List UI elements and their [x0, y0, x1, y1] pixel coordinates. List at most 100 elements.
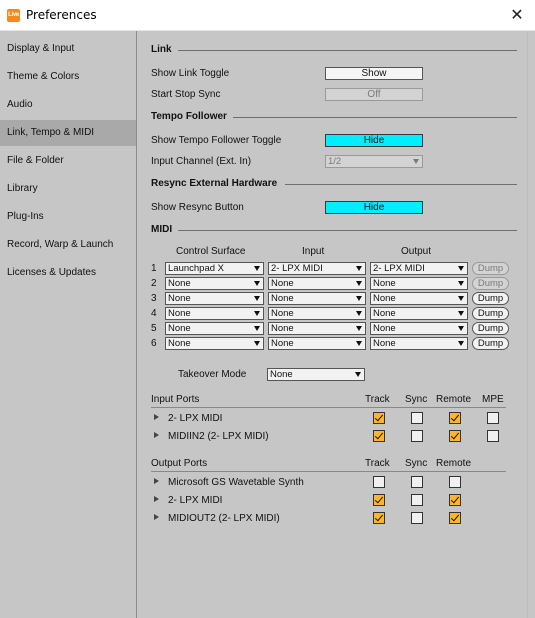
output-port-track-checkbox[interactable]: [373, 494, 385, 506]
midi-output-value: None: [373, 308, 396, 319]
title-bar: Live Preferences ✕: [0, 0, 535, 31]
input-channel-dropdown[interactable]: 1/2: [325, 155, 423, 168]
output-port-sync-checkbox[interactable]: [411, 476, 423, 488]
input-port-remote-checkbox[interactable]: [449, 412, 461, 424]
sidebar-item-record-warp-launch[interactable]: Record, Warp & Launch: [0, 232, 136, 258]
expand-triangle-icon[interactable]: [154, 432, 159, 438]
table-header-divider: [151, 471, 506, 472]
midi-row-number: 2: [151, 278, 157, 289]
midi-output-dropdown[interactable]: None: [370, 337, 468, 350]
midi-input-dropdown[interactable]: None: [268, 277, 366, 290]
takeover-mode-value: None: [270, 369, 293, 380]
section-divider: [178, 50, 517, 51]
show-link-toggle-label: Show Link Toggle: [151, 68, 230, 79]
show-tempo-follower-toggle-button[interactable]: Hide: [325, 134, 423, 147]
sidebar-item-display-input[interactable]: Display & Input: [0, 36, 136, 62]
control-surface-value: Launchpad X: [168, 263, 224, 274]
input-port-sync-checkbox[interactable]: [411, 430, 423, 442]
dump-button[interactable]: Dump: [472, 292, 509, 305]
sidebar: Display & Input Theme & Colors Audio Lin…: [0, 31, 137, 618]
show-resync-button-toggle[interactable]: Hide: [325, 201, 423, 214]
control-surface-value: None: [168, 293, 191, 304]
chevron-down-icon: [356, 326, 362, 331]
dump-button[interactable]: Dump: [472, 277, 509, 290]
midi-input-dropdown[interactable]: None: [268, 337, 366, 350]
sidebar-item-theme-colors[interactable]: Theme & Colors: [0, 64, 136, 90]
sidebar-item-audio[interactable]: Audio: [0, 92, 136, 118]
midi-row-number: 4: [151, 308, 157, 319]
input-port-track-checkbox[interactable]: [373, 430, 385, 442]
dump-button[interactable]: Dump: [472, 307, 509, 320]
control-surface-dropdown[interactable]: None: [165, 292, 264, 305]
midi-input-dropdown[interactable]: None: [268, 292, 366, 305]
show-link-toggle-button[interactable]: Show: [325, 67, 423, 80]
output-port-sync-checkbox[interactable]: [411, 494, 423, 506]
input-mpe-column-header: MPE: [482, 394, 504, 405]
expand-triangle-icon[interactable]: [154, 478, 159, 484]
input-channel-label: Input Channel (Ext. In): [151, 156, 252, 167]
chevron-down-icon: [458, 296, 464, 301]
midi-input-dropdown[interactable]: None: [268, 307, 366, 320]
chevron-down-icon: [356, 296, 362, 301]
chevron-down-icon: [458, 341, 464, 346]
output-port-sync-checkbox[interactable]: [411, 512, 423, 524]
expand-triangle-icon[interactable]: [154, 496, 159, 502]
control-surface-dropdown[interactable]: None: [165, 322, 264, 335]
dump-button[interactable]: Dump: [472, 262, 509, 275]
expand-triangle-icon[interactable]: [154, 514, 159, 520]
output-track-column-header: Track: [365, 458, 390, 469]
output-port-track-checkbox[interactable]: [373, 512, 385, 524]
show-tempo-follower-toggle-label: Show Tempo Follower Toggle: [151, 135, 282, 146]
sidebar-item-licenses-updates[interactable]: Licenses & Updates: [0, 260, 136, 286]
midi-input-value: None: [271, 323, 294, 334]
output-port-remote-checkbox[interactable]: [449, 494, 461, 506]
midi-output-value: None: [373, 278, 396, 289]
chevron-down-icon: [356, 266, 362, 271]
chevron-down-icon: [356, 311, 362, 316]
input-column-header: Input: [302, 246, 325, 257]
midi-output-dropdown[interactable]: None: [370, 307, 468, 320]
section-heading-link: Link: [151, 44, 172, 55]
output-remote-column-header: Remote: [436, 458, 472, 469]
sidebar-item-file-folder[interactable]: File & Folder: [0, 148, 136, 174]
section-divider: [178, 230, 517, 231]
chevron-down-icon: [458, 326, 464, 331]
section-heading-midi: MIDI: [151, 224, 173, 235]
midi-output-dropdown[interactable]: 2- LPX MIDI: [370, 262, 468, 275]
scrollbar-track[interactable]: [527, 31, 535, 618]
input-port-sync-checkbox[interactable]: [411, 412, 423, 424]
control-surface-dropdown[interactable]: None: [165, 277, 264, 290]
section-heading-tempo-follower: Tempo Follower: [151, 111, 227, 122]
control-surface-dropdown[interactable]: Launchpad X: [165, 262, 264, 275]
takeover-mode-dropdown[interactable]: None: [267, 368, 365, 381]
midi-input-value: 2- LPX MIDI: [271, 263, 323, 274]
chevron-down-icon: [356, 341, 362, 346]
control-surface-dropdown[interactable]: None: [165, 337, 264, 350]
sidebar-item-library[interactable]: Library: [0, 176, 136, 202]
midi-output-dropdown[interactable]: None: [370, 277, 468, 290]
midi-input-dropdown[interactable]: None: [268, 322, 366, 335]
input-port-mpe-checkbox[interactable]: [487, 412, 499, 424]
midi-row-number: 6: [151, 338, 157, 349]
output-port-remote-checkbox[interactable]: [449, 512, 461, 524]
sidebar-item-link-tempo-midi[interactable]: Link, Tempo & MIDI: [0, 120, 136, 146]
expand-triangle-icon[interactable]: [154, 414, 159, 420]
input-port-name: MIDIIN2 (2- LPX MIDI): [168, 431, 269, 442]
input-port-track-checkbox[interactable]: [373, 412, 385, 424]
midi-output-value: 2- LPX MIDI: [373, 263, 425, 274]
close-icon[interactable]: ✕: [509, 6, 525, 24]
midi-input-dropdown[interactable]: 2- LPX MIDI: [268, 262, 366, 275]
output-port-track-checkbox[interactable]: [373, 476, 385, 488]
input-port-mpe-checkbox[interactable]: [487, 430, 499, 442]
sidebar-item-plug-ins[interactable]: Plug-Ins: [0, 204, 136, 230]
output-port-remote-checkbox[interactable]: [449, 476, 461, 488]
control-surface-dropdown[interactable]: None: [165, 307, 264, 320]
control-surface-value: None: [168, 278, 191, 289]
midi-output-dropdown[interactable]: None: [370, 292, 468, 305]
dump-button[interactable]: Dump: [472, 322, 509, 335]
midi-output-dropdown[interactable]: None: [370, 322, 468, 335]
start-stop-sync-button[interactable]: Off: [325, 88, 423, 101]
input-port-remote-checkbox[interactable]: [449, 430, 461, 442]
dump-button[interactable]: Dump: [472, 337, 509, 350]
control-surface-value: None: [168, 323, 191, 334]
